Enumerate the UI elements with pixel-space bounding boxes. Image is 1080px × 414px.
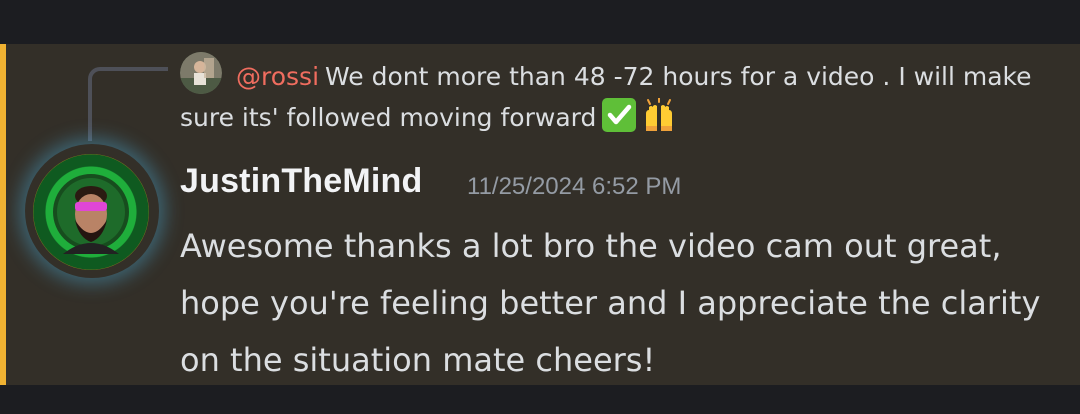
check-mark-button-emoji [602,98,637,132]
top-background [0,0,1080,44]
reply-preview[interactable]: @rossi We dont more than 48 -72 hours for… [180,56,1040,138]
message-author-name[interactable]: JustinTheMind [180,162,422,201]
reply-author-mention[interactable]: @rossi [236,62,319,91]
message-item[interactable]: @rossi We dont more than 48 -72 hours for… [0,44,1080,385]
message-timestamp[interactable]: 11/25/2024 6:52 PM [467,173,681,201]
mention-highlight-bar [0,44,6,385]
raising-hands-emoji [642,97,676,132]
message-content: Awesome thanks a lot bro the video cam o… [180,227,1041,379]
bottom-background [0,385,1080,414]
reply-connector-line [88,67,168,141]
author-avatar[interactable] [33,154,149,270]
